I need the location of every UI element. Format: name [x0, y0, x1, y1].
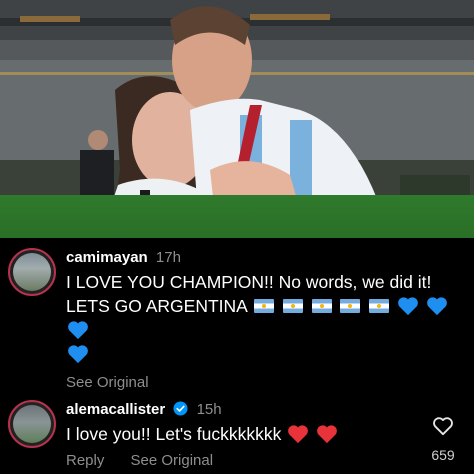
reply-button[interactable]: Reply — [66, 452, 104, 469]
verified-badge-icon — [173, 401, 188, 416]
comment-username[interactable]: alemacallister — [66, 401, 165, 418]
argentina-flag-icon — [282, 299, 303, 313]
comment-text: I LOVE YOU CHAMPION!! No words, we did i… — [66, 270, 454, 366]
argentina-flag-icon — [311, 299, 332, 313]
blue-heart-icon — [427, 297, 447, 316]
pitch — [0, 195, 474, 238]
see-original-link[interactable]: See Original — [131, 452, 214, 469]
blue-heart-icon — [68, 345, 88, 364]
like-control: 659 — [426, 416, 460, 463]
comment-username[interactable]: camimayan — [66, 249, 148, 266]
comment-time: 15h — [196, 401, 222, 418]
blue-heart-icon — [398, 297, 419, 316]
red-heart-icon — [317, 425, 338, 444]
avatar[interactable] — [8, 400, 56, 448]
comment-time: 17h — [155, 249, 181, 266]
blue-heart-icon — [68, 321, 88, 340]
see-original-link[interactable]: See Original — [66, 374, 149, 391]
post-photo[interactable] — [0, 0, 474, 238]
argentina-flag-icon — [340, 299, 361, 313]
argentina-flag-icon — [369, 299, 390, 313]
comment-text: I love you!! Let's fuckkkkkkk — [66, 422, 454, 446]
comments-section: camimayan 17h I LOVE YOU CHAMPION!! No w… — [0, 238, 474, 474]
heart-outline-icon[interactable] — [432, 416, 454, 436]
avatar[interactable] — [8, 248, 56, 296]
argentina-flag-icon — [253, 299, 274, 313]
like-count: 659 — [431, 447, 455, 463]
stadium-background — [0, 0, 474, 200]
red-heart-icon — [288, 425, 309, 444]
